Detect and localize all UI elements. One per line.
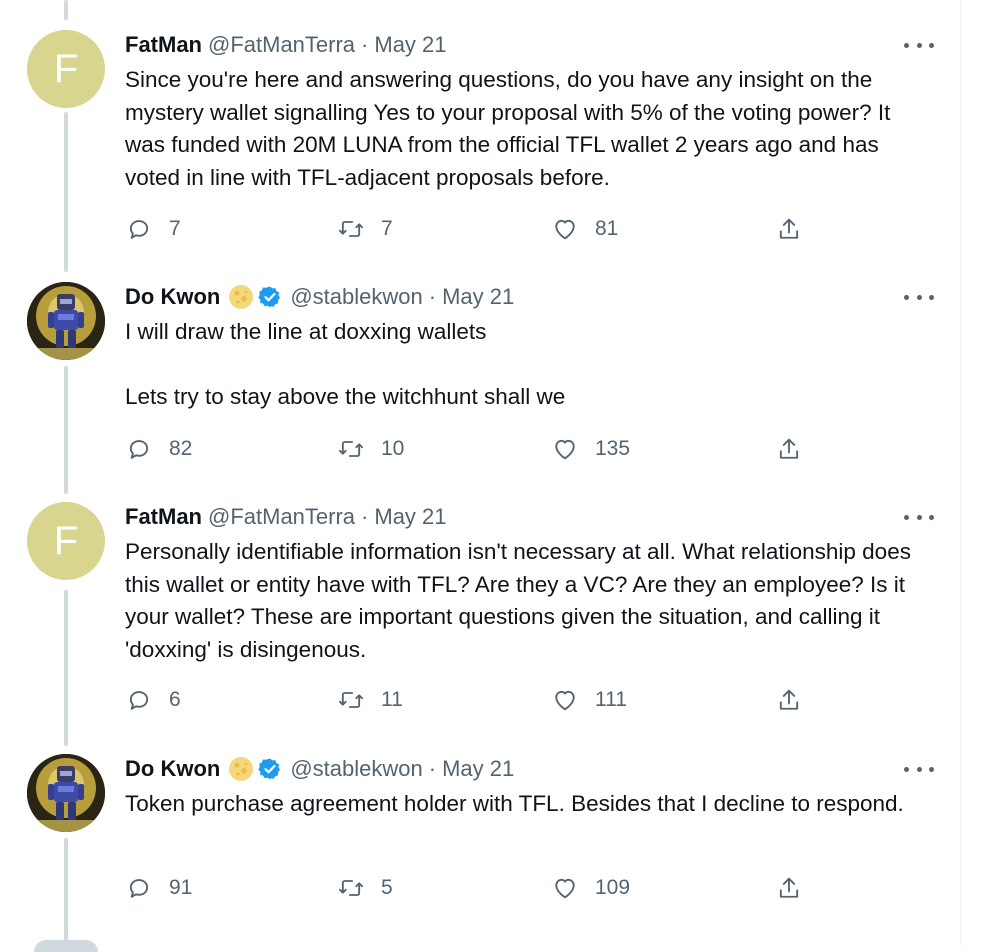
author-handle[interactable]: @stablekwon xyxy=(290,756,422,782)
retweet-icon xyxy=(338,692,364,708)
moon-emoji-icon xyxy=(229,285,254,309)
retweet-count: 5 xyxy=(381,876,393,899)
reply-button[interactable]: 91 xyxy=(125,872,192,904)
more-icon[interactable] xyxy=(904,286,934,308)
tweet-text: Since you're here and answering question… xyxy=(125,67,891,190)
reply-icon xyxy=(129,691,149,710)
reply-button[interactable]: 6 xyxy=(125,684,181,716)
author-name[interactable]: FatMan xyxy=(125,32,202,58)
more-icon[interactable] xyxy=(904,758,934,780)
tweet-date[interactable]: May 21 xyxy=(374,504,446,530)
timeline-border xyxy=(960,0,961,946)
verified-badge-icon xyxy=(258,286,281,308)
author-name[interactable]: FatMan xyxy=(125,504,202,530)
retweet-button[interactable]: 5 xyxy=(337,872,393,904)
reply-icon xyxy=(129,440,149,459)
like-icon xyxy=(555,878,575,899)
reply-icon xyxy=(129,220,149,239)
avatar[interactable]: F xyxy=(27,30,105,108)
avatar[interactable] xyxy=(27,282,105,360)
like-count: 109 xyxy=(595,876,631,899)
tweet-date[interactable]: May 21 xyxy=(374,32,446,58)
retweet-count: 11 xyxy=(381,688,403,711)
reply-button[interactable]: 82 xyxy=(125,433,192,465)
tweet[interactable]: Do Kwon @stablekwon · May 21 I will draw… xyxy=(0,282,960,482)
author-name[interactable]: Do Kwon xyxy=(125,284,220,310)
like-count: 135 xyxy=(595,437,631,460)
like-icon xyxy=(555,219,575,240)
like-icon xyxy=(555,690,575,711)
share-icon xyxy=(779,218,799,239)
like-button[interactable]: 135 xyxy=(551,433,630,465)
reply-count: 7 xyxy=(169,217,181,240)
like-count: 111 xyxy=(595,688,627,711)
more-icon[interactable] xyxy=(904,34,934,56)
avatar-robot-image xyxy=(27,754,105,832)
separator: · xyxy=(361,504,369,529)
tweet-date[interactable]: May 21 xyxy=(442,756,514,782)
verified-badge-icon xyxy=(258,758,281,780)
tweet-header: FatMan @FatManTerra · May 21 xyxy=(125,30,447,60)
reply-count: 6 xyxy=(169,688,181,711)
next-avatar-edge xyxy=(34,940,98,952)
tweet-text: Token purchase agreement holder with TFL… xyxy=(125,791,904,816)
tweet-date[interactable]: May 21 xyxy=(442,284,514,310)
tweet-text: I will draw the line at doxxing wallets … xyxy=(125,319,566,409)
avatar[interactable]: F xyxy=(27,502,105,580)
author-handle[interactable]: @FatManTerra xyxy=(208,32,355,58)
author-name[interactable]: Do Kwon xyxy=(125,756,220,782)
share-icon xyxy=(779,877,799,898)
tweet-actions: 6 11 111 xyxy=(125,684,815,716)
separator: · xyxy=(361,32,369,57)
retweet-count: 7 xyxy=(381,217,393,240)
tweet-header: Do Kwon @stablekwon · May 21 xyxy=(125,754,514,784)
retweet-count: 10 xyxy=(381,437,405,460)
avatar-robot-image xyxy=(27,282,105,360)
like-icon xyxy=(555,439,575,460)
moon-emoji-icon xyxy=(229,757,254,781)
share-button[interactable] xyxy=(775,872,803,904)
tweet-header: FatMan @FatManTerra · May 21 xyxy=(125,502,447,532)
reply-icon xyxy=(129,879,149,898)
share-button[interactable] xyxy=(775,433,803,465)
retweet-button[interactable]: 10 xyxy=(337,433,404,465)
reply-count: 91 xyxy=(169,876,193,899)
like-button[interactable]: 111 xyxy=(551,684,627,716)
tweet-actions: 91 5 109 xyxy=(125,872,815,904)
tweet-text: Personally identifiable information isn'… xyxy=(125,539,911,662)
like-count: 81 xyxy=(595,217,619,240)
author-handle[interactable]: @stablekwon xyxy=(290,284,422,310)
share-icon xyxy=(779,689,799,710)
retweet-icon xyxy=(338,880,364,896)
like-button[interactable]: 81 xyxy=(551,213,618,245)
tweet[interactable]: F FatMan @FatManTerra · May 21 Since you… xyxy=(0,30,960,250)
share-button[interactable] xyxy=(775,684,803,716)
share-icon xyxy=(779,438,799,459)
reply-count: 82 xyxy=(169,437,193,460)
separator: · xyxy=(428,756,437,781)
tweet-actions: 7 7 81 xyxy=(125,213,815,245)
retweet-icon xyxy=(338,441,364,457)
avatar[interactable] xyxy=(27,754,105,832)
more-icon[interactable] xyxy=(904,506,934,528)
tweet[interactable]: F FatMan @FatManTerra · May 21 Personall… xyxy=(0,502,960,722)
separator: · xyxy=(428,284,437,309)
share-button[interactable] xyxy=(775,213,803,245)
author-handle[interactable]: @FatManTerra xyxy=(208,504,355,530)
thread-line xyxy=(64,0,68,20)
tweet[interactable]: Do Kwon @stablekwon · May 21 Token purch… xyxy=(0,754,960,924)
reply-button[interactable]: 7 xyxy=(125,213,181,245)
like-button[interactable]: 109 xyxy=(551,872,630,904)
retweet-icon xyxy=(338,221,364,237)
tweet-actions: 82 10 135 xyxy=(125,433,815,465)
retweet-button[interactable]: 11 xyxy=(337,684,403,716)
tweet-header: Do Kwon @stablekwon · May 21 xyxy=(125,282,514,312)
retweet-button[interactable]: 7 xyxy=(337,213,393,245)
